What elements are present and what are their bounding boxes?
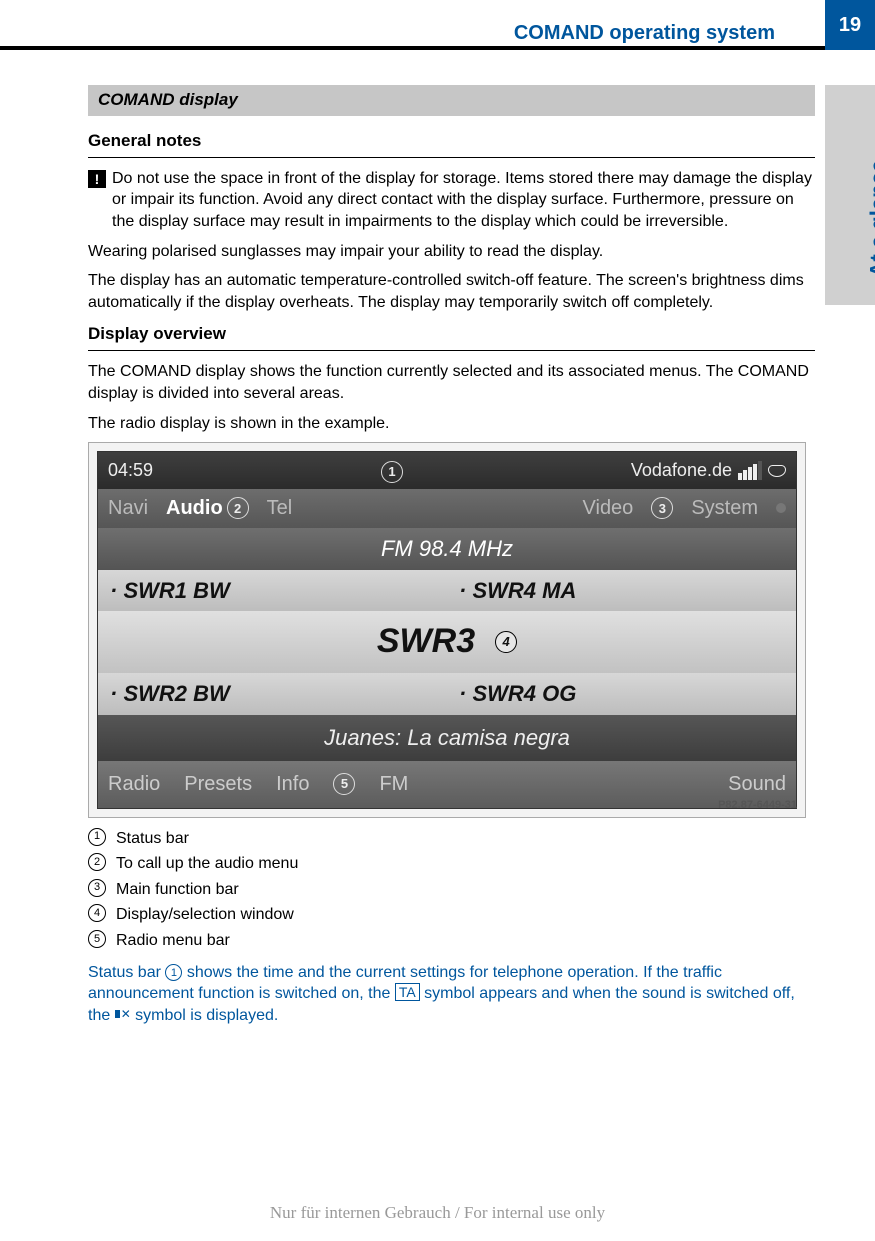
current-station: SWR3 <box>377 619 475 665</box>
menu-presets: Presets <box>184 771 252 798</box>
nav-video: Video <box>583 495 634 522</box>
menu-radio: Radio <box>108 771 160 798</box>
legend: 1 Status bar 2 To call up the audio menu… <box>88 828 815 952</box>
menu-fm: FM <box>379 771 408 798</box>
status-bar: 04:59 1 Vodafone.de <box>98 452 796 489</box>
legend-row-5: 5 Radio menu bar <box>88 930 815 952</box>
final-callout-1: 1 <box>165 964 182 981</box>
legend-num-3: 3 <box>88 879 106 897</box>
phone-icon <box>768 465 786 477</box>
legend-text-1: Status bar <box>116 828 189 850</box>
warning-icon: ! <box>88 170 106 188</box>
station-bottom-left: · SWR2 BW <box>98 673 447 715</box>
para-sunglasses: Wearing polarised sunglasses may impair … <box>88 241 815 263</box>
current-station-row: SWR3 4 <box>98 611 796 673</box>
legend-row-4: 4 Display/selection window <box>88 904 815 926</box>
main-function-bar: Navi Audio 2 Tel Video 3 System <box>98 489 796 528</box>
final-paragraph: Status bar 1 shows the time and the curr… <box>88 962 815 1027</box>
nav-system: System <box>691 495 758 522</box>
callout-2: 2 <box>227 497 249 519</box>
page-number: 19 <box>825 0 875 50</box>
mute-icon <box>115 1007 131 1021</box>
signal-icon <box>738 461 762 480</box>
general-notes-heading: General notes <box>88 130 815 158</box>
station-bottom-right: · SWR4 OG <box>447 673 796 715</box>
legend-num-1: 1 <box>88 828 106 846</box>
warning-block: ! Do not use the space in front of the d… <box>88 168 815 233</box>
song-row: Juanes: La camisa negra <box>98 715 796 761</box>
station-row-bottom: · SWR2 BW · SWR4 OG <box>98 673 796 715</box>
legend-num-2: 2 <box>88 853 106 871</box>
carrier-label: Vodafone.de <box>631 458 732 482</box>
legend-row-1: 1 Status bar <box>88 828 815 850</box>
status-center: 1 <box>153 458 631 483</box>
legend-text-5: Radio menu bar <box>116 930 230 952</box>
nav-dot-icon <box>776 503 786 513</box>
final-para-a: Status bar <box>88 964 165 981</box>
display-overview-heading: Display overview <box>88 323 815 351</box>
header-title: COMAND operating system <box>514 22 775 45</box>
legend-text-3: Main function bar <box>116 879 239 901</box>
figure-container: 04:59 1 Vodafone.de Navi Audio 2 Tel Vid… <box>88 442 806 817</box>
nav-navi: Navi <box>108 495 148 522</box>
callout-5: 5 <box>333 773 355 795</box>
callout-4: 4 <box>495 631 517 653</box>
para-temperature: The display has an automatic temperature… <box>88 270 815 313</box>
legend-row-2: 2 To call up the audio menu <box>88 853 815 875</box>
radio-menu-bar: Radio Presets Info 5 FM Sound <box>98 761 796 808</box>
nav-audio: Audio <box>166 495 223 522</box>
menu-sound: Sound <box>728 771 786 798</box>
comand-screen: 04:59 1 Vodafone.de Navi Audio 2 Tel Vid… <box>97 451 797 808</box>
warning-text: Do not use the space in front of the dis… <box>112 168 815 233</box>
figure-caption: P82.87-6449-31 <box>718 798 797 813</box>
ta-symbol: TA <box>395 983 420 1001</box>
legend-num-5: 5 <box>88 930 106 948</box>
legend-num-4: 4 <box>88 904 106 922</box>
station-row-top: · SWR1 BW · SWR4 MA <box>98 570 796 612</box>
footer-text: Nur für internen Gebrauch / For internal… <box>0 1203 875 1223</box>
legend-row-3: 3 Main function bar <box>88 879 815 901</box>
callout-1: 1 <box>381 461 403 483</box>
callout-3: 3 <box>651 497 673 519</box>
content-area: COMAND display General notes ! Do not us… <box>88 85 815 1026</box>
nav-tel: Tel <box>267 495 293 522</box>
status-right: Vodafone.de <box>631 458 786 482</box>
page-header: COMAND operating system 19 <box>0 0 875 50</box>
frequency-label: FM 98.4 MHz <box>98 528 796 570</box>
section-gray-heading: COMAND display <box>88 85 815 116</box>
legend-text-4: Display/selection window <box>116 904 294 926</box>
station-top-right: · SWR4 MA <box>447 570 796 612</box>
side-tab-label: At a glance <box>865 160 875 277</box>
station-top-left: · SWR1 BW <box>98 570 447 612</box>
final-para-d: symbol is displayed. <box>131 1007 279 1024</box>
para-overview-2: The radio display is shown in the exampl… <box>88 413 815 435</box>
para-overview-1: The COMAND display shows the function cu… <box>88 361 815 404</box>
menu-info: Info <box>276 771 309 798</box>
header-divider <box>0 46 825 50</box>
legend-text-2: To call up the audio menu <box>116 853 298 875</box>
status-time: 04:59 <box>108 458 153 482</box>
